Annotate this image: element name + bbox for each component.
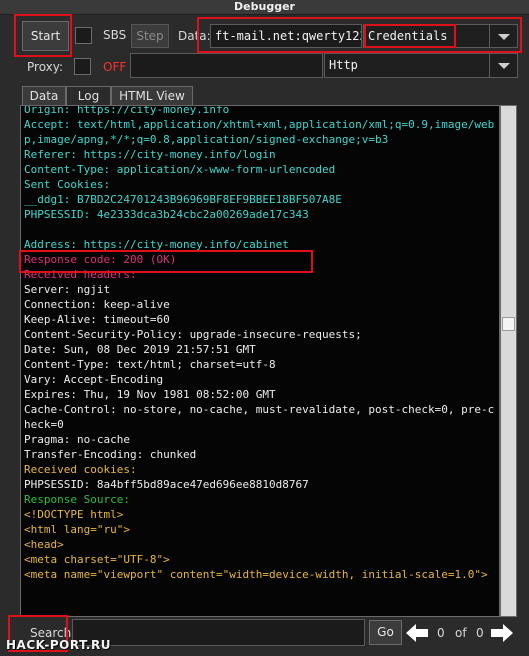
- watermark-text: HACK-PORT.RU: [6, 638, 111, 652]
- proxy-state: OFF: [103, 60, 127, 74]
- log-line: Expires: Thu, 19 Nov 1981 08:52:00 GMT: [24, 388, 276, 401]
- log-line: Content-Security-Policy: upgrade-insecur…: [24, 328, 362, 341]
- chevron-down-icon[interactable]: [489, 25, 517, 47]
- match-current: 0: [437, 626, 445, 640]
- previous-arrow-icon[interactable]: [406, 624, 428, 642]
- log-line: Received cookies:: [24, 463, 137, 476]
- search-input[interactable]: [72, 619, 365, 646]
- log-lines: Origin: https://city-money.info Accept: t…: [24, 105, 498, 582]
- step-button[interactable]: Step: [131, 24, 169, 48]
- log-line: Received headers:: [24, 268, 137, 281]
- proxy-checkbox[interactable]: [74, 58, 91, 75]
- log-line: Keep-Alive: timeout=60: [24, 313, 170, 326]
- log-scrollbar[interactable]: [500, 105, 517, 617]
- data-type-value: Credentials: [368, 29, 448, 43]
- proxy-input[interactable]: [130, 53, 323, 78]
- data-label: Data:: [178, 29, 211, 43]
- tab-log[interactable]: Log: [66, 86, 111, 106]
- log-line: Response code: 200 (OK): [24, 253, 177, 266]
- log-line: Date: Sun, 08 Dec 2019 21:57:51 GMT: [24, 343, 256, 356]
- log-line: Vary: Accept-Encoding: [24, 373, 164, 386]
- log-line: Content-Type: application/x-www-form-url…: [24, 163, 336, 176]
- log-line: Origin: https://city-money.info: [24, 105, 230, 116]
- proxy-type-value: Http: [329, 58, 358, 72]
- match-total: 0: [476, 626, 484, 640]
- data-type-select[interactable]: Credentials: [363, 24, 518, 48]
- sbs-checkbox[interactable]: [75, 27, 92, 44]
- log-line: Address: https://city-money.info/cabinet: [24, 238, 289, 251]
- log-line: Response Source:: [24, 493, 130, 506]
- go-button[interactable]: Go: [369, 620, 402, 645]
- log-line: Connection: keep-alive: [24, 298, 170, 311]
- tab-html-view[interactable]: HTML View: [111, 86, 193, 105]
- log-line: <!DOCTYPE html>: [24, 508, 124, 521]
- log-line: PHPSESSID: 4e2333dca3b24cbc2a00269ade17c…: [24, 208, 309, 221]
- log-line: PHPSESSID: 8a4bff5bd89ace47ed696ee8810d8…: [24, 478, 309, 491]
- proxy-label: Proxy:: [27, 60, 64, 74]
- tab-data[interactable]: Data: [22, 86, 66, 105]
- window-title: Debugger: [0, 0, 529, 15]
- log-line: <meta charset="UTF-8">: [24, 553, 170, 566]
- data-input-value: ft-mail.net:qwerty123: [215, 29, 362, 43]
- scrollbar-thumb[interactable]: [502, 317, 515, 331]
- log-line: <head>: [24, 538, 64, 551]
- chevron-down-icon[interactable]: [489, 54, 517, 77]
- log-line: __ddg1: B7BD2C24701243B96969BF8EF9BBEE18…: [24, 193, 342, 206]
- log-line: Server: ngjit: [24, 283, 111, 296]
- log-line: <html lang="ru">: [24, 523, 130, 536]
- log-line: Accept: text/html,application/xhtml+xml,…: [24, 118, 495, 146]
- log-line: Content-Type: text/html; charset=utf-8: [24, 358, 276, 371]
- data-input[interactable]: ft-mail.net:qwerty123: [210, 24, 362, 48]
- sbs-label: SBS: [103, 28, 127, 42]
- log-line: Sent Cookies:: [24, 178, 111, 191]
- match-of-label: of: [455, 626, 467, 640]
- log-line: Cache-Control: no-store, no-cache, must-…: [24, 403, 495, 431]
- log-line: Transfer-Encoding: chunked: [24, 448, 197, 461]
- log-output[interactable]: Origin: https://city-money.info Accept: t…: [20, 105, 500, 617]
- log-line: Referer: https://city-money.info/login: [24, 148, 276, 161]
- start-button[interactable]: Start: [22, 21, 69, 51]
- next-arrow-icon[interactable]: [491, 624, 513, 642]
- log-line: <meta name="viewport" content="width=dev…: [24, 568, 488, 581]
- log-line: Pragma: no-cache: [24, 433, 130, 446]
- proxy-type-select[interactable]: Http: [324, 53, 518, 78]
